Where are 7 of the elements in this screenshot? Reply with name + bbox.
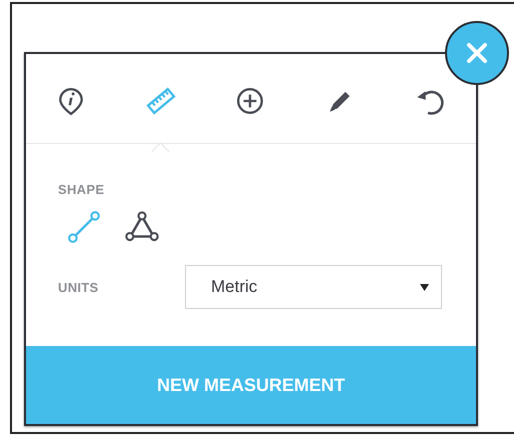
- units-dropdown[interactable]: Metric: [185, 265, 442, 309]
- close-icon: [466, 42, 488, 64]
- units-label: UNITS: [58, 280, 100, 294]
- dropdown-caret-icon: [420, 284, 429, 290]
- info-pin-icon[interactable]: [56, 86, 86, 116]
- shape-label: SHAPE: [58, 182, 106, 197]
- plus-circle-icon[interactable]: [235, 86, 265, 116]
